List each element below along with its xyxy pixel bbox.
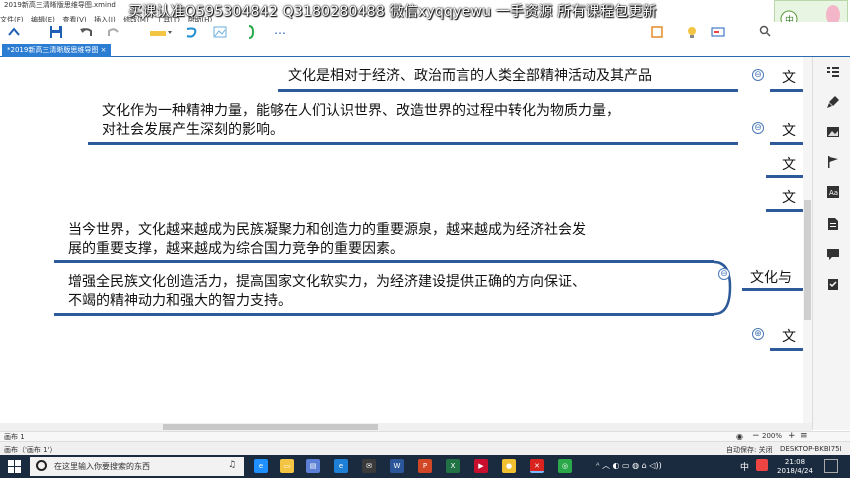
word-app-icon[interactable]: W [390,459,404,473]
notification-icon[interactable] [824,459,838,473]
clock-time: 21:08 [784,458,806,466]
svg-text:Aa: Aa [829,189,838,197]
right-node-culture-and[interactable]: 文化与 [750,267,792,287]
text-style-icon[interactable]: Aa [826,185,840,199]
ie-app-icon[interactable]: e [334,459,348,473]
media-app-icon[interactable]: ▶ [474,459,488,473]
zoom-out-button[interactable]: − [752,431,760,441]
store-app-icon[interactable]: ▤ [306,459,320,473]
topic-soft-power-line1[interactable]: 增强全民族文化创造活力，提高国家文化软实力，为经济建设提供正确的方向保证、 [68,272,586,292]
taskbar-search-input[interactable]: 在这里输入你要搜索的东西 ♫ [30,457,244,476]
tab-close-icon[interactable]: × [101,46,107,54]
right-node-underline [742,288,804,291]
window-title: 2019新高三清晰版思维导图.xmind [4,1,116,9]
status-text: 画布（'画布 1'） [4,446,57,454]
flag-icon[interactable] [826,155,840,169]
tab-mindmap[interactable]: *2019新高三清晰版思维导图 × [2,44,112,57]
redo-icon[interactable] [106,25,122,41]
explorer-app-icon[interactable]: ▭ [280,459,294,473]
right-node-underline [766,209,804,212]
collapse-ribbon-icon[interactable] [6,25,22,41]
right-node-1[interactable]: 文 [782,67,796,87]
topic-soft-power-line2[interactable]: 不竭的精神动力和强大的智力支持。 [68,291,292,311]
right-node-3[interactable]: 文 [782,154,796,174]
chrome-app-icon[interactable]: ● [502,459,516,473]
horizontal-scroll-thumb[interactable] [163,424,378,430]
mail-app-icon[interactable]: ✉ [362,459,376,473]
collapse-icon[interactable]: ⊖ [752,69,764,81]
topic-spiritual-force-line1[interactable]: 文化作为一种精神力量，能够在人们认识世界、改造世界的过程中转化为物质力量， [102,101,620,121]
start-button[interactable] [8,460,21,476]
topic-underline [88,142,738,145]
sheet-bar: 画布 1 ◉ − 200% + ≡ [0,431,850,441]
outline-icon[interactable] [826,65,840,79]
clock-date: 2018/4/24 [777,467,813,475]
presentation-icon[interactable] [710,25,726,41]
right-node-underline [770,142,804,145]
topic-cohesion-line1[interactable]: 当今世界，文化越来越成为民族凝聚力和创造力的重要源泉，越来越成为经济社会发 [68,220,586,240]
tray-icons[interactable]: ᴬ ︿ ◐ ▭ ◍ ⌂ ◁)) [596,460,662,471]
image-insert-icon[interactable] [212,25,228,41]
system-clock[interactable]: 21:08 2018/4/24 [774,458,816,476]
right-node-underline [766,175,804,178]
powerpoint-app-icon[interactable]: P [418,459,432,473]
branch-connector [713,260,732,316]
comment-icon[interactable] [826,247,840,261]
notes-icon[interactable] [826,217,840,231]
format-brush-icon[interactable] [826,95,840,109]
horizontal-scrollbar[interactable] [0,423,812,431]
tray-app-icon[interactable] [756,459,768,471]
marker-icon[interactable] [648,25,666,41]
right-sidebar: Aa [812,57,850,430]
toolbar: ⋯ [0,22,850,44]
vertical-scroll-thumb[interactable] [804,200,811,320]
zoom-fit-icon[interactable]: ◉ [736,432,743,441]
idea-icon[interactable] [684,25,700,41]
search-toolbar-icon[interactable] [758,25,772,41]
topic-spiritual-force-line2[interactable]: 对社会发展产生深刻的影响。 [102,120,284,140]
zoom-in-button[interactable]: + [788,431,796,441]
tab-bar: *2019新高三清晰版思维导图 × [0,44,850,57]
mindmap-canvas[interactable]: 文化是相对于经济、政治而言的人类全部精神活动及其产品 ⊖ 文 文化作为一种精神力… [0,57,812,423]
menu-bar: 文件(F) 编辑(E) 查看(V) 插入(I) 修改(M) 工具(T) 帮助(H… [0,12,850,24]
relationship-icon[interactable] [184,25,200,41]
search-icon [36,460,47,471]
zoom-level[interactable]: 200% [762,432,782,440]
xmind-app-icon[interactable]: ✕ [530,459,544,473]
right-node-2[interactable]: 文 [782,120,796,140]
image-icon[interactable] [826,125,840,139]
windows-taskbar: 在这里输入你要搜索的东西 ♫ e ▭ ▤ e ✉ W P X ▶ ● ✕ ◎ ᴬ… [0,455,850,478]
right-node-6[interactable]: 文 [782,326,796,346]
search-placeholder: 在这里输入你要搜索的东西 [54,462,150,471]
wechat-app-icon[interactable]: ◎ [558,459,572,473]
collapse-icon[interactable]: ⊖ [752,122,764,134]
ime-indicator[interactable]: 中 [740,460,749,473]
boundary-icon[interactable] [244,25,260,41]
edge-app-icon[interactable]: e [254,459,268,473]
topic-underline [54,260,714,263]
topic-style-icon[interactable] [148,25,174,41]
right-node-underline [770,89,804,92]
undo-icon[interactable] [78,25,94,41]
topic-underline [278,89,738,92]
microphone-icon[interactable]: ♫ [228,460,236,470]
autosave-status[interactable]: 自动保存: 关闭 [726,445,773,455]
right-node-underline [770,348,804,351]
save-icon[interactable] [48,25,64,41]
excel-app-icon[interactable]: X [446,459,460,473]
user-label: DESKTOP-BKBI75I [780,445,842,453]
task-icon[interactable] [826,277,840,291]
status-bar: 画布（'画布 1'） 自动保存: 关闭 DESKTOP-BKBI75I [0,441,850,455]
topic-cohesion-line2[interactable]: 展的重要支撑，越来越成为综合国力竞争的重要因素。 [68,239,404,259]
right-node-4[interactable]: 文 [782,187,796,207]
tab-label: *2019新高三清晰版思维导图 [7,46,99,54]
topic-culture-definition[interactable]: 文化是相对于经济、政治而言的人类全部精神活动及其产品 [288,66,652,86]
more-icon[interactable]: ⋯ [272,25,288,41]
fullscreen-icon[interactable]: ≡ [800,431,808,441]
collapse-icon[interactable]: ⊖ [718,268,730,280]
expand-icon[interactable]: ⊕ [752,328,764,340]
topic-underline [54,313,714,316]
